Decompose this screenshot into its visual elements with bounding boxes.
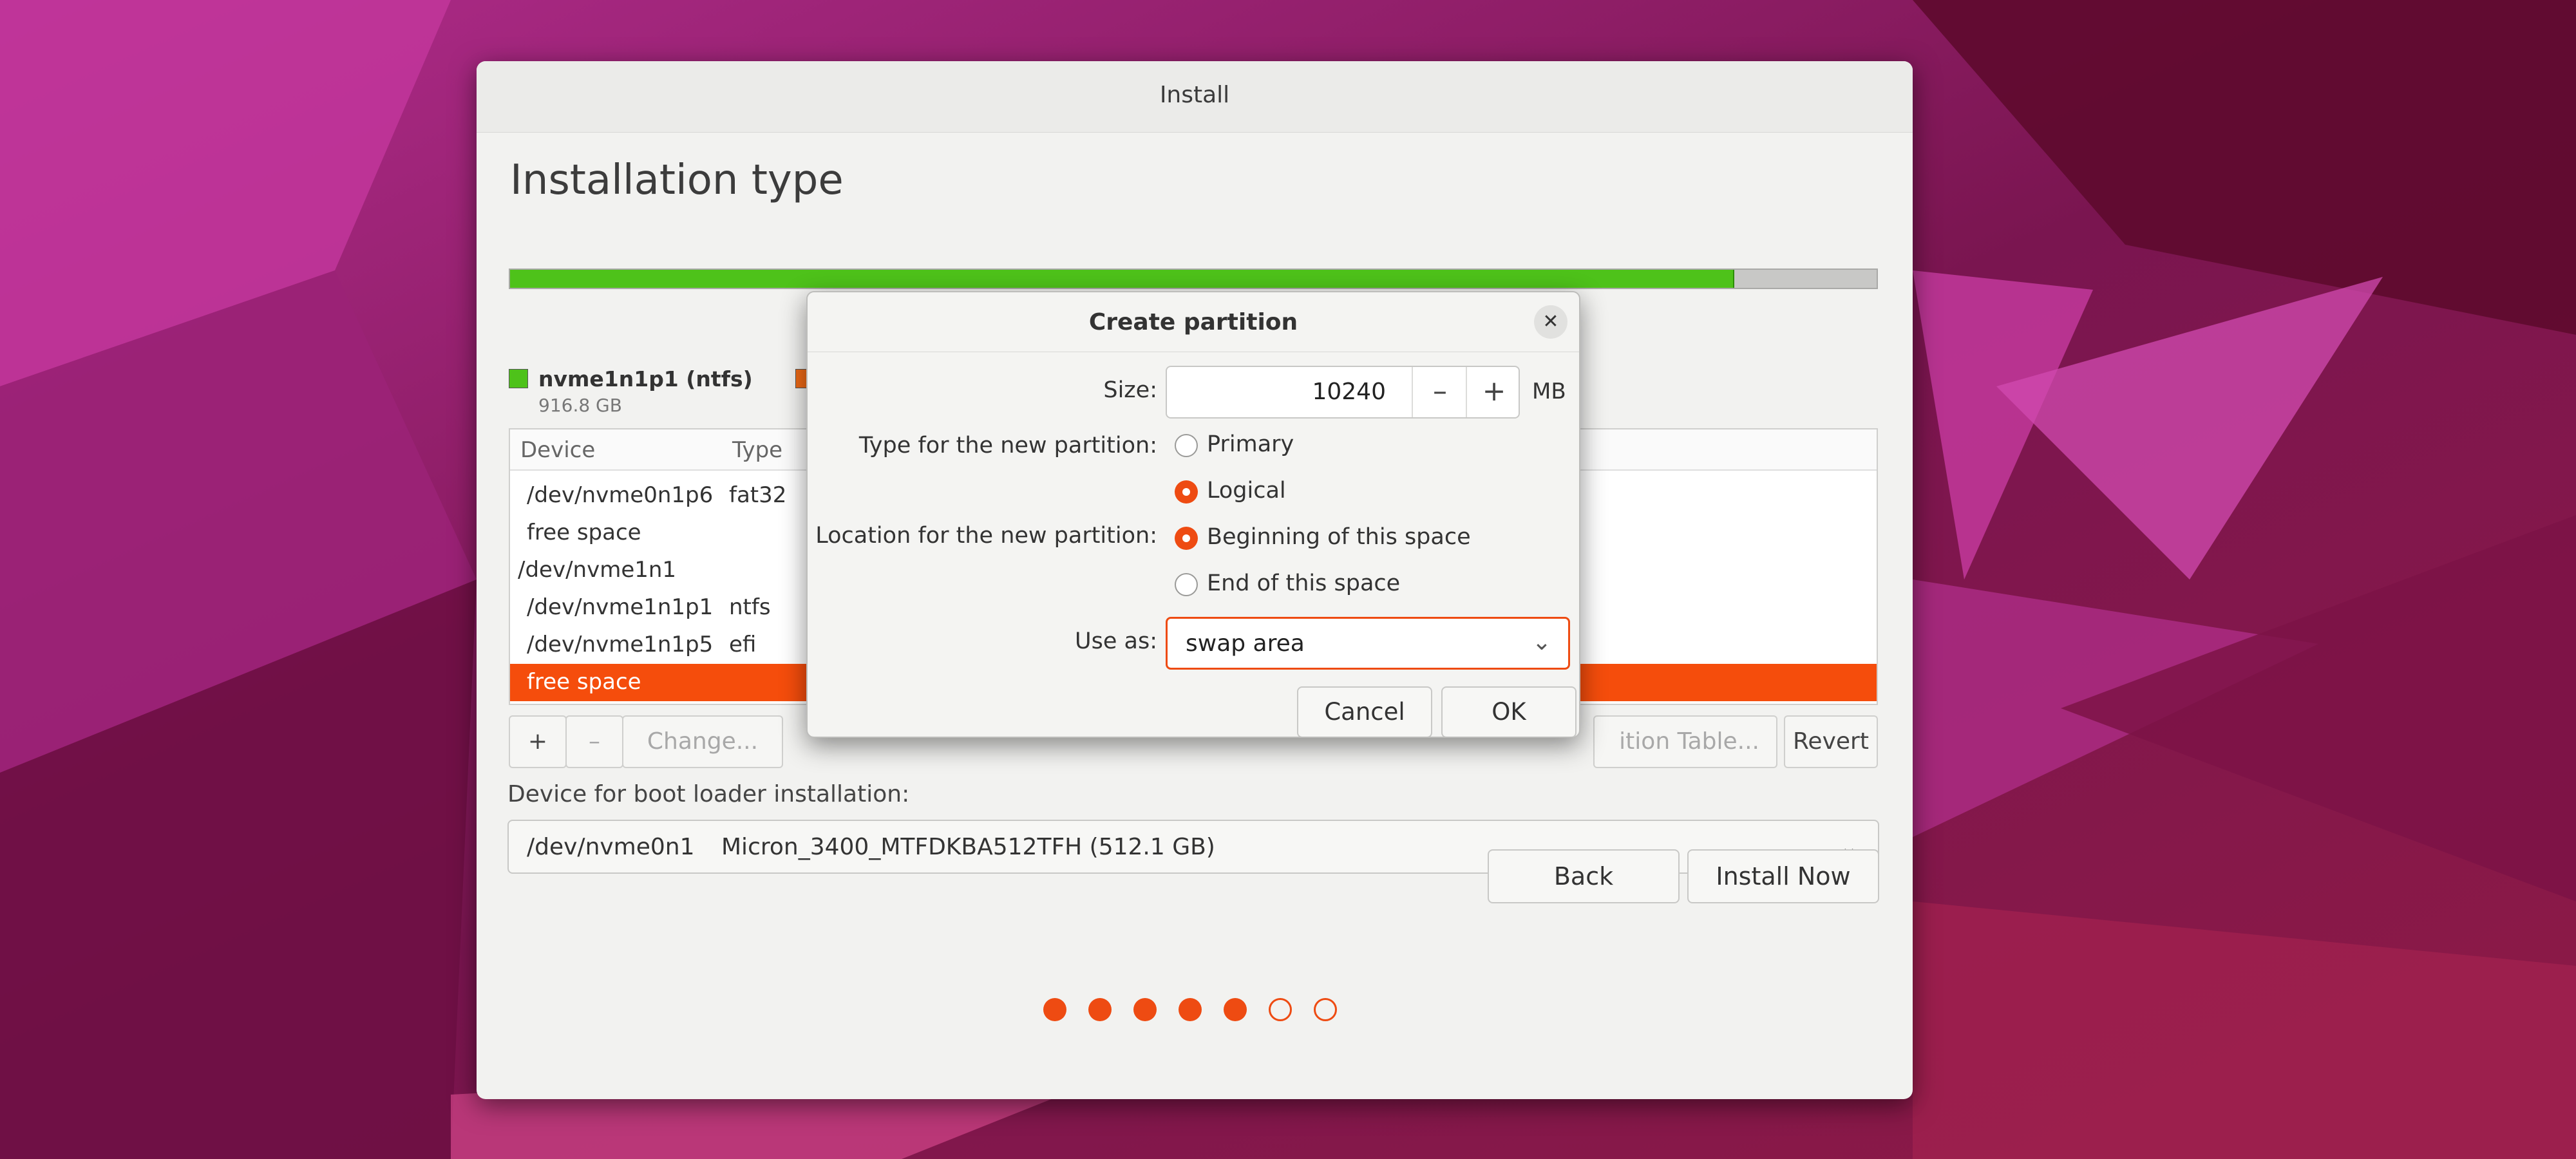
remove-partition-button[interactable]: – [565,715,623,768]
legend-swatch-ntfs [509,369,528,388]
use-as-label: Use as: [1075,628,1157,654]
disk-usage-fill [510,270,1735,288]
add-partition-button[interactable]: + [509,715,567,768]
new-partition-table-button[interactable]: ition Table... [1593,715,1777,768]
size-input[interactable]: 10240 [1167,379,1386,405]
location-beginning-label[interactable]: Beginning of this space [1207,524,1471,550]
column-device[interactable]: Device [520,437,595,463]
use-as-value: swap area [1186,630,1305,657]
type-primary-label[interactable]: Primary [1207,431,1294,457]
size-label: Size: [1103,377,1157,403]
row-device: /dev/nvme0n1p6 [527,482,714,508]
create-partition-dialog: Create partition ✕ Size: 10240 – + MB Ty… [806,291,1580,738]
change-partition-button[interactable]: Change... [622,715,783,768]
progress-dot [1043,998,1066,1021]
progress-dot [1269,998,1292,1021]
progress-dot [1133,998,1157,1021]
size-increment-button[interactable]: + [1466,367,1521,417]
location-label: Location for the new partition: [815,523,1157,549]
progress-dot [1088,998,1112,1021]
legend-size: 916.8 GB [538,395,622,416]
size-unit: MB [1532,379,1566,404]
row-device: /dev/nvme1n1p1 [527,594,714,620]
row-type: fat32 [729,482,787,508]
location-end-label[interactable]: End of this space [1207,570,1400,596]
size-spinbox[interactable]: 10240 – + [1166,366,1520,419]
close-icon[interactable]: ✕ [1534,305,1567,339]
column-type[interactable]: Type [732,437,782,463]
type-logical-label[interactable]: Logical [1207,478,1286,504]
use-as-select[interactable]: swap area ⌄ [1166,617,1570,670]
revert-button[interactable]: Revert [1784,715,1878,768]
cancel-button[interactable]: Cancel [1297,686,1432,737]
row-device: /dev/nvme1n1 [518,557,677,583]
progress-dot [1179,998,1202,1021]
chevron-down-icon: ⌄ [1531,629,1551,655]
dialog-titlebar: Create partition ✕ [808,292,1579,352]
dialog-title: Create partition [1088,309,1298,335]
row-type: ntfs [729,594,771,620]
legend-name: nvme1n1p1 (ntfs) [538,366,753,391]
row-type: efi [729,632,757,657]
bootloader-label: Device for boot loader installation: [507,781,910,807]
window-titlebar: Install [477,61,1913,133]
ok-button[interactable]: OK [1441,686,1577,737]
type-label: Type for the new partition: [858,433,1157,458]
bootloader-device: /dev/nvme0n1 [527,834,695,860]
location-beginning-radio[interactable] [1175,527,1198,550]
install-now-button[interactable]: Install Now [1687,849,1879,903]
window-title: Install [1159,82,1230,108]
location-end-radio[interactable] [1175,573,1198,596]
back-button[interactable]: Back [1488,849,1680,903]
row-device: free space [527,669,641,695]
type-logical-radio[interactable] [1175,480,1198,504]
type-primary-radio[interactable] [1175,434,1198,457]
progress-dot [1224,998,1247,1021]
bootloader-model: Micron_3400_MTFDKBA512TFH (512.1 GB) [721,834,1215,860]
disk-usage-bar [509,269,1878,289]
row-device: free space [527,520,641,545]
size-decrement-button[interactable]: – [1412,367,1467,417]
row-device: /dev/nvme1n1p5 [527,632,714,657]
page-title: Installation type [510,156,844,204]
progress-dot [1314,998,1337,1021]
